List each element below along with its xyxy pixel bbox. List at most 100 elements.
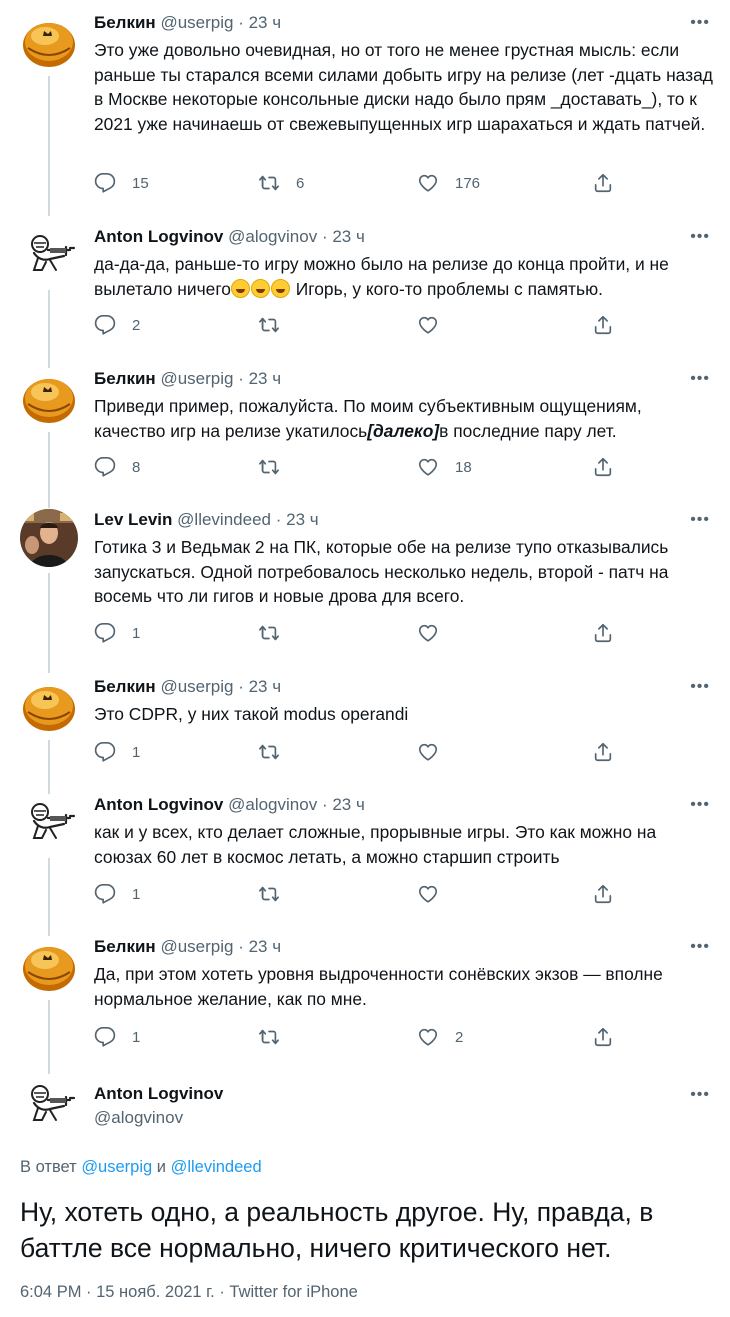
reply-count: 1 — [132, 743, 141, 761]
share-button[interactable] — [592, 313, 614, 337]
reply-user-link[interactable]: @llevindeed — [171, 1158, 262, 1176]
retweet-button[interactable] — [258, 455, 296, 479]
like-button[interactable] — [417, 313, 455, 337]
tweet[interactable]: Белкин @userpig · 23 ч ••• Это уже довол… — [0, 12, 730, 216]
more-options-icon[interactable]: ••• — [690, 796, 710, 814]
tweet-actions: 1 2 — [94, 1025, 624, 1049]
tweet[interactable]: Anton Logvinov @alogvinov · 23 ч ••• да-… — [0, 226, 730, 370]
author-name[interactable]: Anton Logvinov — [94, 227, 223, 246]
tweet-time[interactable]: 23 ч — [286, 510, 319, 529]
reply-icon — [94, 456, 116, 478]
avatar[interactable] — [20, 936, 78, 994]
main-author-handle[interactable]: @alogvinov — [94, 1108, 183, 1128]
share-button[interactable] — [592, 882, 614, 906]
separator-dot: · — [238, 677, 244, 696]
avatar[interactable] — [20, 509, 78, 567]
tweet-text: как и у всех, кто делает сложные, прорыв… — [94, 822, 657, 867]
author-name[interactable]: Белкин — [94, 13, 156, 32]
author-handle[interactable]: @alogvinov — [228, 795, 317, 814]
author-name[interactable]: Белкин — [94, 369, 156, 388]
main-author-name[interactable]: Anton Logvinov — [94, 1084, 223, 1104]
more-options-icon[interactable]: ••• — [690, 14, 710, 32]
reply-icon — [94, 741, 116, 763]
author-name[interactable]: Anton Logvinov — [94, 795, 223, 814]
avatar[interactable] — [20, 226, 78, 284]
reply-button[interactable]: 1 — [94, 882, 140, 906]
share-icon — [592, 314, 614, 336]
tweet[interactable]: Белкин @userpig · 23 ч ••• Приведи приме… — [0, 368, 730, 508]
retweet-icon — [258, 172, 280, 194]
reply-button[interactable]: 1 — [94, 740, 140, 764]
reply-button[interactable]: 15 — [94, 171, 149, 195]
heart-icon — [417, 1026, 439, 1048]
reply-button[interactable]: 1 — [94, 1025, 140, 1049]
retweet-button[interactable] — [258, 621, 296, 645]
share-button[interactable] — [592, 171, 614, 195]
tweet[interactable]: Anton Logvinov @alogvinov · 23 ч ••• как… — [0, 794, 730, 936]
author-handle[interactable]: @userpig — [160, 369, 233, 388]
reply-icon — [94, 883, 116, 905]
tweet[interactable]: Белкин @userpig · 23 ч ••• Да, при этом … — [0, 936, 730, 1074]
avatar[interactable] — [20, 368, 78, 426]
retweet-button[interactable] — [258, 740, 296, 764]
avatar[interactable] — [20, 676, 78, 734]
like-button[interactable] — [417, 740, 455, 764]
rofl-emoji-icon — [230, 278, 250, 298]
reply-button[interactable]: 8 — [94, 455, 140, 479]
more-options-icon[interactable]: ••• — [690, 938, 710, 956]
tweet-meta[interactable]: 6:04 PM · 15 нояб. 2021 г. · Twitter for… — [20, 1283, 358, 1302]
like-button[interactable]: 18 — [417, 455, 472, 479]
retweet-icon — [258, 1026, 280, 1048]
retweet-button[interactable] — [258, 313, 296, 337]
author-handle[interactable]: @userpig — [160, 13, 233, 32]
like-button[interactable] — [417, 882, 455, 906]
tweet-text: Готика 3 и Ведьмак 2 на ПК, которые обе … — [94, 537, 669, 606]
reply-count: 15 — [132, 174, 149, 192]
more-options-icon[interactable]: ••• — [690, 228, 710, 246]
reply-button[interactable]: 2 — [94, 313, 140, 337]
more-options-icon[interactable]: ••• — [690, 678, 710, 696]
share-button[interactable] — [592, 1025, 614, 1049]
share-button[interactable] — [592, 740, 614, 764]
author-name[interactable]: Белкин — [94, 937, 156, 956]
tweet-actions: 1 — [94, 740, 624, 764]
like-button[interactable]: 2 — [417, 1025, 463, 1049]
retweet-button[interactable] — [258, 1025, 296, 1049]
avatar[interactable] — [20, 1076, 78, 1134]
author-handle[interactable]: @llevindeed — [177, 510, 271, 529]
reply-user-link[interactable]: @userpig — [81, 1158, 152, 1176]
more-options-icon[interactable]: ••• — [690, 1086, 710, 1104]
tweet[interactable]: Lev Levin @llevindeed · 23 ч ••• Готика … — [0, 509, 730, 673]
reply-count: 1 — [132, 624, 141, 642]
heart-icon — [417, 456, 439, 478]
tweet-time[interactable]: 23 ч — [249, 369, 282, 388]
thread-line — [48, 290, 50, 370]
retweet-button[interactable]: 6 — [258, 171, 304, 195]
reply-button[interactable]: 1 — [94, 621, 140, 645]
tweet-time[interactable]: 23 ч — [332, 795, 365, 814]
author-name[interactable]: Белкин — [94, 677, 156, 696]
tweet-time[interactable]: 23 ч — [249, 677, 282, 696]
share-button[interactable] — [592, 621, 614, 645]
tweet-time[interactable]: 23 ч — [249, 13, 282, 32]
reply-and: и — [152, 1158, 171, 1176]
like-button[interactable] — [417, 621, 455, 645]
avatar[interactable] — [20, 794, 78, 852]
reply-icon — [94, 172, 116, 194]
like-count: 176 — [455, 174, 481, 192]
author-name[interactable]: Lev Levin — [94, 510, 172, 529]
more-options-icon[interactable]: ••• — [690, 511, 710, 529]
retweet-button[interactable] — [258, 882, 296, 906]
author-handle[interactable]: @userpig — [160, 677, 233, 696]
author-handle[interactable]: @userpig — [160, 937, 233, 956]
more-options-icon[interactable]: ••• — [690, 370, 710, 388]
avatar[interactable] — [20, 12, 78, 70]
separator-dot: · — [238, 937, 244, 956]
author-handle[interactable]: @alogvinov — [228, 227, 317, 246]
share-button[interactable] — [592, 455, 614, 479]
tweet-time[interactable]: 23 ч — [332, 227, 365, 246]
tweet-time[interactable]: 23 ч — [249, 937, 282, 956]
tweet[interactable]: Белкин @userpig · 23 ч ••• Это CDPR, у н… — [0, 676, 730, 796]
like-button[interactable]: 176 — [417, 171, 480, 195]
tweet-actions: 2 — [94, 313, 624, 337]
